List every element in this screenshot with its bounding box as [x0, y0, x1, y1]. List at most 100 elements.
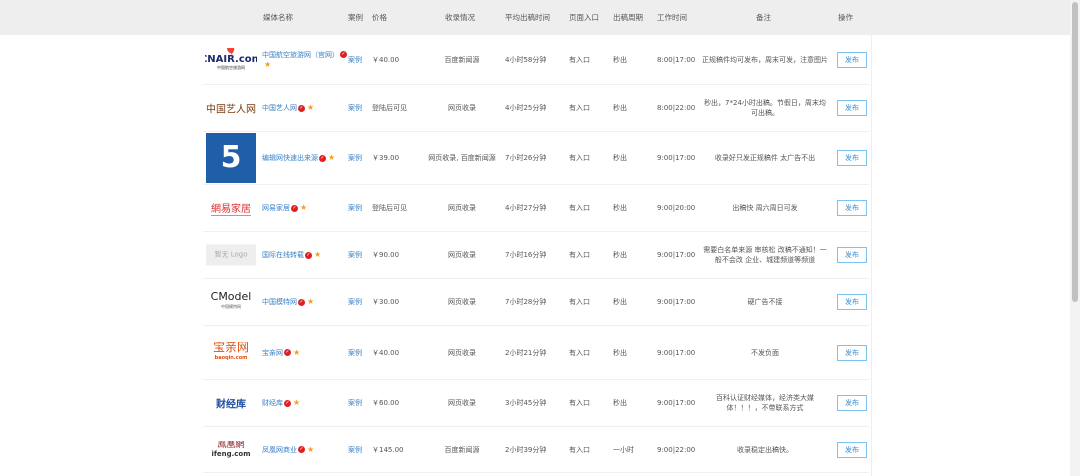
price: 登陆后可见	[372, 104, 407, 112]
media-name[interactable]: 中国模特网	[262, 298, 297, 306]
media-name-link[interactable]: 财经库 ✓ ★	[262, 398, 348, 408]
table-row: 5 编辑网快速出来源 ✓ ★ 案例 ￥39.00 网页收录, 百度新闻源 7小时26…	[203, 132, 869, 185]
page-entry: 有入口	[569, 298, 590, 306]
header-case: 案例	[348, 13, 363, 22]
case-link[interactable]: 案例	[348, 445, 362, 455]
media-name-link[interactable]: 宝亲网 ✓ ★	[262, 348, 348, 358]
media-logo: 中国艺人网	[205, 101, 257, 116]
case-link[interactable]: 案例	[348, 348, 362, 358]
media-name[interactable]: 凤凰网商业	[262, 446, 297, 454]
star-icon: ★	[264, 59, 272, 69]
note: 收录好只发正规稿件 太广告不出	[714, 154, 816, 162]
case-link[interactable]: 案例	[348, 297, 362, 307]
price: 登陆后可见	[372, 204, 407, 212]
media-name-link[interactable]: 中国艺人网 ✓ ★	[262, 103, 348, 113]
avg-time: 4小时27分钟	[505, 204, 547, 212]
media-logo: 财经库	[205, 396, 257, 411]
case-link[interactable]: 案例	[348, 55, 362, 65]
publish-button[interactable]: 发布	[837, 294, 867, 310]
star-icon: ★	[307, 297, 315, 306]
avg-time: 4小时58分钟	[505, 55, 547, 64]
note: 不发负面	[751, 348, 779, 357]
case-link[interactable]: 案例	[348, 153, 362, 163]
work-hours: 9:00|17:00	[657, 251, 696, 259]
logo-text: 中国艺人网	[206, 104, 256, 116]
publish-button[interactable]: 发布	[837, 200, 867, 216]
header-name: 媒体名称	[263, 13, 293, 22]
avg-time: 7小时26分钟	[505, 154, 547, 162]
publish-cycle: 秒出	[613, 251, 627, 259]
media-name-link[interactable]: 中国航空旅游网（官网） ✓ ★	[262, 50, 348, 70]
media-name[interactable]: 编辑网快速出来源	[262, 154, 318, 162]
avg-time: 3小时45分钟	[505, 399, 547, 407]
work-hours: 9:00|20:00	[657, 204, 696, 212]
media-name[interactable]: 宝亲网	[262, 349, 283, 357]
index-status: 网页收录	[448, 104, 476, 112]
media-name[interactable]: 国际在线转载	[262, 251, 304, 259]
table-row: 中国艺人网 中国艺人网 ✓ ★ 案例 登陆后可见 网页收录 4小时25分钟 有入口 …	[203, 85, 869, 132]
publish-button[interactable]: 发布	[837, 441, 867, 458]
logo-text: 網易家居	[211, 200, 251, 216]
work-hours: 9:00|17:00	[657, 298, 696, 306]
media-logo: 5	[205, 133, 257, 183]
publish-button[interactable]: 发布	[837, 150, 867, 166]
note: 秒出，7*24小时出稿。节假日，周末均可出稿。	[704, 99, 826, 117]
media-logo: 暂无 Logo	[205, 244, 257, 266]
logo-text: CModel	[210, 292, 252, 303]
star-icon: ★	[293, 398, 301, 407]
media-name[interactable]: 中国航空旅游网（官网）	[262, 51, 339, 59]
index-status: 网页收录	[448, 204, 476, 212]
price: ￥145.00	[372, 445, 404, 454]
media-name-link[interactable]: 凤凰网商业 ✓ ★	[262, 445, 348, 455]
media-logo: 網易家居	[205, 200, 257, 216]
case-link[interactable]: 案例	[348, 250, 362, 260]
publish-button[interactable]: 发布	[837, 51, 867, 68]
media-name-link[interactable]: 编辑网快速出来源 ✓ ★	[262, 153, 348, 163]
header-note: 备注	[756, 13, 771, 22]
page-entry: 有入口	[569, 154, 590, 162]
media-name-link[interactable]: 中国模特网 ✓ ★	[262, 297, 348, 307]
media-name-link[interactable]: 国际在线转载 ✓ ★	[262, 250, 348, 260]
media-logo: 🎈CNAIR.com中国航空旅游网	[205, 48, 257, 72]
star-icon: ★	[328, 153, 336, 162]
case-link[interactable]: 案例	[348, 203, 362, 213]
logo-text: 5	[206, 133, 256, 183]
media-name[interactable]: 财经库	[262, 399, 283, 407]
logo-subtext: 中国模特网	[221, 304, 241, 309]
page-entry: 有入口	[569, 251, 590, 259]
publish-cycle: 秒出	[613, 348, 627, 357]
note: 百科认证财经媒体，经济类大媒体！！！，不带联系方式	[716, 394, 814, 412]
table-header: 媒体名称 案例 价格 收录情况 平均出稿时间 页面入口 出稿周期 工作时间 备注…	[0, 0, 1070, 35]
work-hours: 8:00|22:00	[657, 104, 696, 112]
star-icon: ★	[314, 250, 322, 259]
media-name[interactable]: 网易家居	[262, 204, 290, 212]
star-icon: ★	[307, 103, 315, 112]
case-link[interactable]: 案例	[348, 103, 362, 113]
verified-icon: ✓	[305, 251, 312, 259]
avg-time: 7小时16分钟	[505, 251, 547, 259]
note: 正规稿件均可发布，周末可发，注意图片	[702, 55, 828, 64]
work-hours: 8:00|17:00	[657, 55, 696, 64]
scrollbar-thumb[interactable]	[1072, 2, 1078, 302]
index-status: 网页收录, 百度新闻源	[428, 154, 496, 162]
media-name-link[interactable]: 网易家居 ✓ ★	[262, 203, 348, 213]
verified-icon: ✓	[298, 446, 305, 453]
logo-subtext: baoqin.com	[214, 354, 248, 361]
table-row: 網易家居 网易家居 ✓ ★ 案例 登陆后可见 网页收录 4小时27分钟 有入口 秒出…	[203, 185, 869, 232]
publish-button[interactable]: 发布	[837, 100, 867, 116]
media-name[interactable]: 中国艺人网	[262, 104, 297, 112]
index-status: 网页收录	[448, 251, 476, 259]
publish-button[interactable]: 发布	[837, 344, 867, 361]
publish-cycle: 秒出	[613, 104, 627, 112]
work-hours: 9:00|22:00	[657, 445, 696, 454]
table-row: 🎈CNAIR.com中国航空旅游网 中国航空旅游网（官网）✓ ★ 案例 ￥40.0…	[203, 35, 869, 85]
price: ￥40.00	[372, 348, 400, 357]
publish-button[interactable]: 发布	[837, 247, 867, 263]
star-icon: ★	[307, 444, 315, 454]
price: ￥60.00	[372, 399, 400, 407]
case-link[interactable]: 案例	[348, 398, 362, 408]
publish-button[interactable]: 发布	[837, 395, 867, 411]
index-status: 网页收录	[448, 348, 476, 357]
header-price: 价格	[372, 13, 387, 22]
logo-placeholder: 暂无 Logo	[206, 244, 256, 266]
